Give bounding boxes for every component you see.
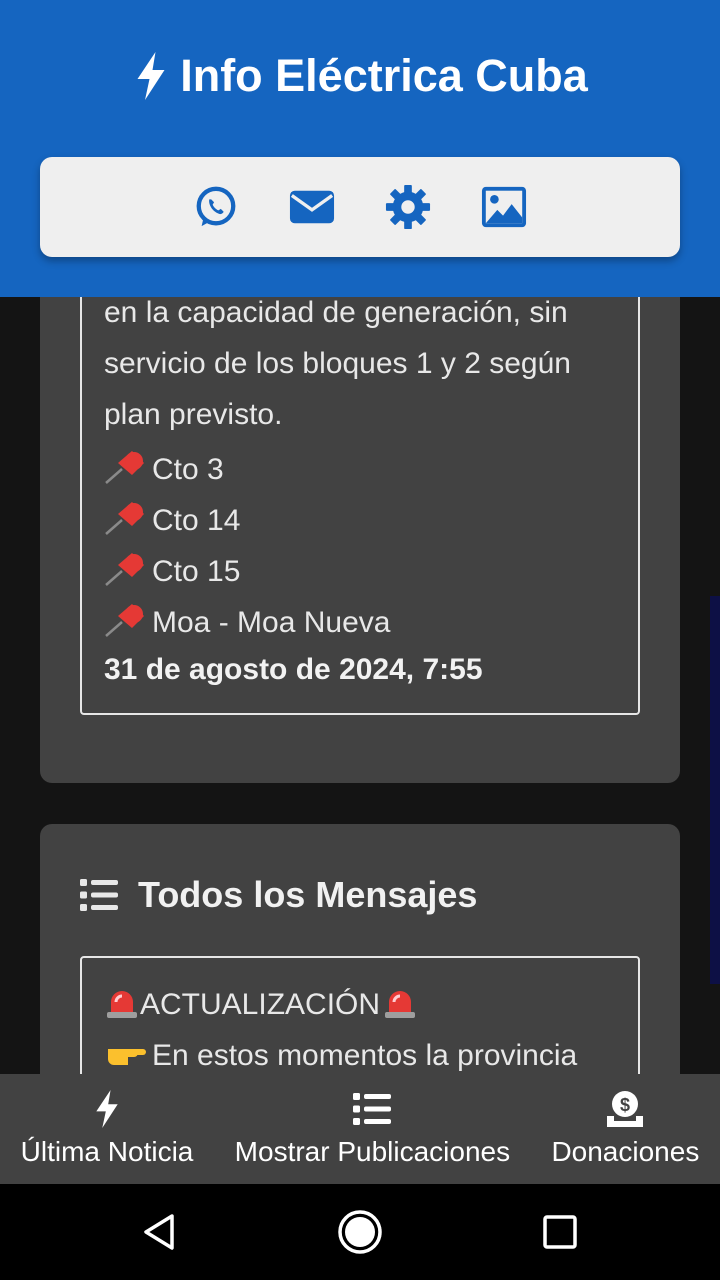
circuit-item: Cto 14	[104, 500, 240, 538]
bottom-navigation: Última Noticia Mostrar Publicaciones $ D…	[0, 1074, 720, 1184]
gear-icon	[385, 184, 431, 230]
nav-label: Mostrar Publicaciones	[234, 1136, 511, 1167]
circuit-label: Cto 3	[152, 453, 224, 486]
app-title: Info Eléctrica Cuba	[0, 50, 720, 102]
message-line-text: En estos momentos la provincia	[152, 1039, 578, 1072]
nav-donations[interactable]: $ Donaciones	[551, 1090, 699, 1168]
siren-icon	[385, 991, 416, 1018]
recents-icon[interactable]	[536, 1208, 584, 1256]
nav-label: Última Noticia	[20, 1136, 194, 1167]
settings-button[interactable]	[383, 182, 433, 232]
message-line: plan previsto.	[104, 398, 283, 431]
pushpin-icon	[105, 553, 144, 586]
list-icon	[353, 1093, 392, 1125]
whatsapp-button[interactable]	[191, 182, 241, 232]
circuit-item: Cto 3	[104, 449, 224, 487]
app-header: Info Eléctrica Cuba	[0, 0, 720, 297]
message-line: en la capacidad de generación, sin	[104, 296, 568, 329]
bolt-icon	[137, 52, 165, 100]
circuit-item: Moa - Moa Nueva	[104, 602, 390, 640]
message-heading: ACTUALIZACIÓN	[104, 984, 418, 1022]
email-button[interactable]	[287, 182, 337, 232]
image-button[interactable]	[479, 182, 529, 232]
section-title: Todos los Mensajes	[80, 874, 477, 916]
whatsapp-icon	[196, 186, 236, 227]
bolt-icon	[96, 1090, 118, 1128]
siren-icon	[107, 991, 137, 1018]
nav-latest-news[interactable]: Última Noticia	[20, 1090, 194, 1168]
post-date: 31 de agosto de 2024, 7:55	[104, 653, 483, 686]
latest-post-message: en la capacidad de generación, sin servi…	[80, 240, 640, 715]
svg-text:$: $	[620, 1095, 630, 1115]
system-navigation-bar	[0, 1184, 720, 1280]
message-heading-text: ACTUALIZACIÓN	[140, 988, 381, 1021]
share-toolbar	[40, 157, 680, 257]
app-title-text: Info Eléctrica Cuba	[180, 50, 588, 101]
message-line: servicio de los bloques 1 y 2 según	[104, 347, 571, 380]
section-title-text: Todos los Mensajes	[138, 874, 478, 915]
home-icon[interactable]	[336, 1208, 384, 1256]
donate-icon: $	[607, 1091, 644, 1127]
image-icon	[481, 186, 527, 228]
pointing-hand-icon	[108, 1049, 146, 1065]
pushpin-icon	[105, 502, 144, 535]
scroll-indicator	[710, 596, 720, 984]
circuit-label: Cto 15	[152, 555, 241, 588]
envelope-icon	[289, 190, 335, 224]
nav-show-posts[interactable]: Mostrar Publicaciones	[235, 1090, 510, 1168]
nav-label: Donaciones	[551, 1136, 700, 1167]
circuit-label: Cto 14	[152, 504, 241, 537]
message-line: En estos momentos la provincia	[104, 1035, 577, 1073]
pushpin-icon	[105, 451, 144, 484]
pushpin-icon	[105, 604, 144, 637]
circuit-label: Moa - Moa Nueva	[152, 606, 391, 639]
circuit-item: Cto 15	[104, 551, 240, 589]
back-icon[interactable]	[136, 1208, 184, 1256]
list-icon	[80, 879, 118, 911]
